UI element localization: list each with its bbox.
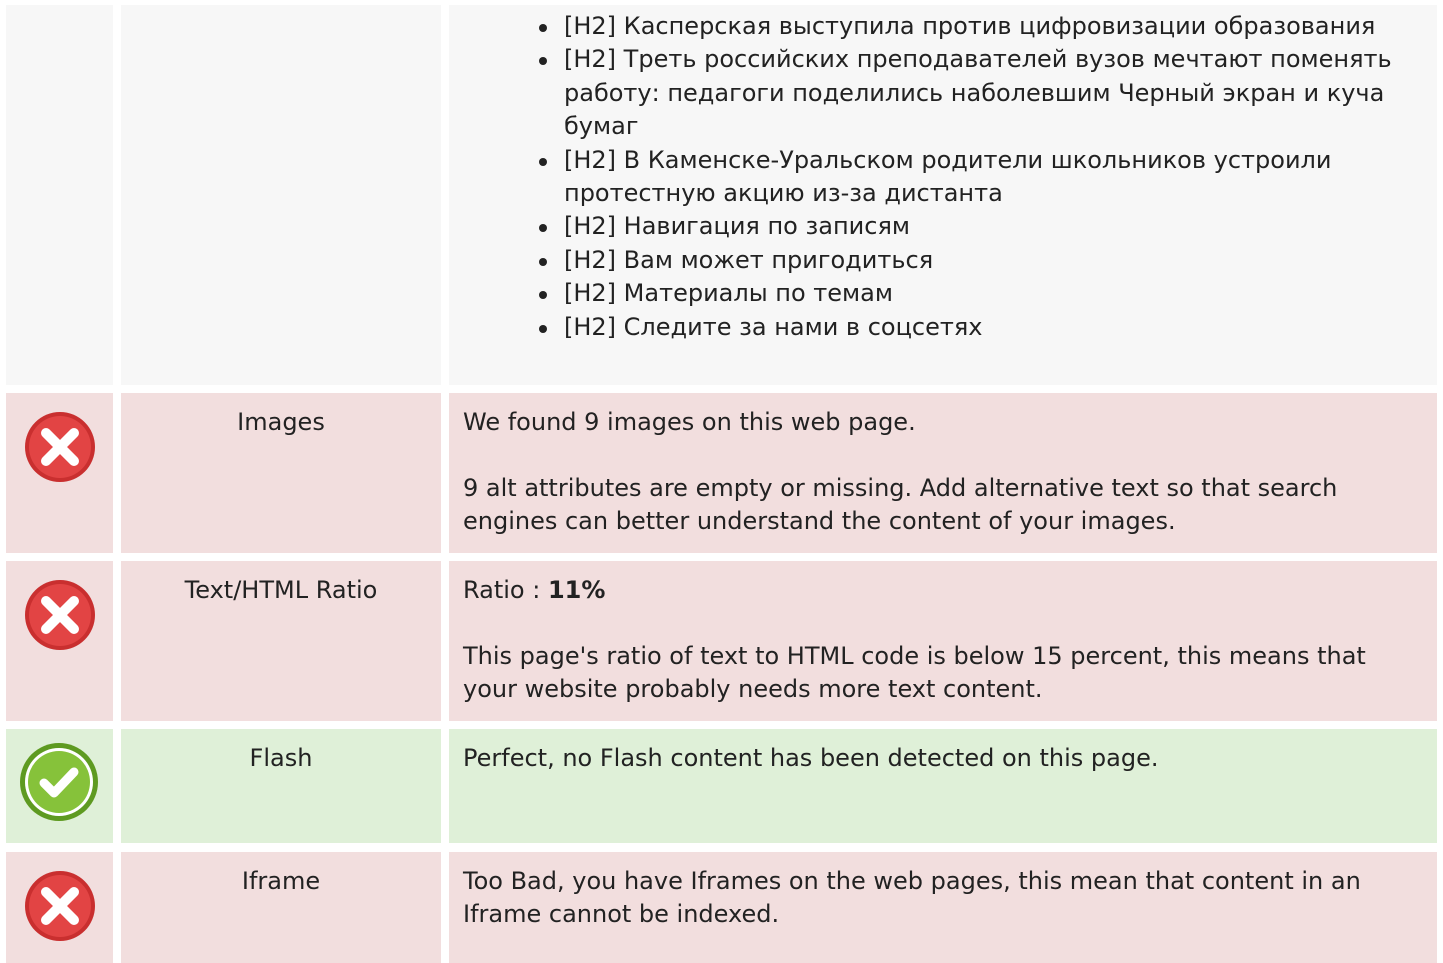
error-icon — [24, 411, 96, 483]
status-cell — [6, 561, 113, 721]
list-item: [H2] Касперская выступила против цифрови… — [539, 10, 1424, 43]
check-name-cell: Images — [121, 393, 441, 553]
seo-report-table: [H2] Касперская выступила против цифрови… — [0, 0, 1443, 963]
description-text: Perfect, no Flash content has been detec… — [463, 744, 1159, 772]
status-cell — [6, 729, 113, 843]
check-name: Flash — [249, 744, 313, 772]
list-item: [H2] Треть российских преподавателей вуз… — [539, 43, 1424, 143]
list-item: [H2] В Каменске-Уральском родители школь… — [539, 144, 1424, 211]
description-text: This page's ratio of text to HTML code i… — [463, 642, 1366, 703]
text-html-ratio-row: Text/HTML Ratio Ratio : 11% This page's … — [0, 561, 1443, 721]
check-description-cell: We found 9 images on this web page. 9 al… — [449, 393, 1437, 553]
iframe-row: Iframe Too Bad, you have Iframes on the … — [0, 852, 1443, 963]
description-text: Too Bad, you have Iframes on the web pag… — [463, 867, 1361, 928]
status-cell — [6, 393, 113, 553]
headings-list: [H2] Касперская выступила против цифрови… — [539, 10, 1424, 344]
list-item: [H2] Материалы по темам — [539, 277, 1424, 310]
images-row: Images We found 9 images on this web pag… — [0, 393, 1443, 553]
ratio-label: Ratio : — [463, 576, 548, 604]
error-icon — [24, 870, 96, 942]
ratio-value: 11% — [547, 576, 606, 604]
check-name-cell — [121, 5, 441, 385]
check-name-cell: Flash — [121, 729, 441, 843]
ratio-line: Ratio : 11% — [463, 574, 1423, 607]
status-cell — [6, 5, 113, 385]
check-name: Images — [237, 408, 325, 436]
check-icon — [19, 742, 99, 822]
list-item: [H2] Вам может пригодиться — [539, 244, 1424, 277]
check-name-cell: Text/HTML Ratio — [121, 561, 441, 721]
check-description-cell: Ratio : 11% This page's ratio of text to… — [449, 561, 1437, 721]
check-description-cell: Perfect, no Flash content has been detec… — [449, 729, 1437, 843]
check-name: Text/HTML Ratio — [184, 576, 378, 604]
list-item: [H2] Следите за нами в соцсетях — [539, 311, 1424, 344]
check-name-cell: Iframe — [121, 852, 441, 963]
headings-list-cell: [H2] Касперская выступила против цифрови… — [449, 5, 1437, 385]
check-description-cell: Too Bad, you have Iframes on the web pag… — [449, 852, 1437, 963]
description-text: 9 alt attributes are empty or missing. A… — [463, 474, 1338, 535]
headings-row: [H2] Касперская выступила против цифрови… — [0, 5, 1443, 385]
description-text: We found 9 images on this web page. — [463, 408, 916, 436]
list-item: [H2] Навигация по записям — [539, 210, 1424, 243]
status-cell — [6, 852, 113, 963]
check-name: Iframe — [241, 867, 321, 895]
flash-row: Flash Perfect, no Flash content has been… — [0, 729, 1443, 843]
error-icon — [24, 579, 96, 651]
